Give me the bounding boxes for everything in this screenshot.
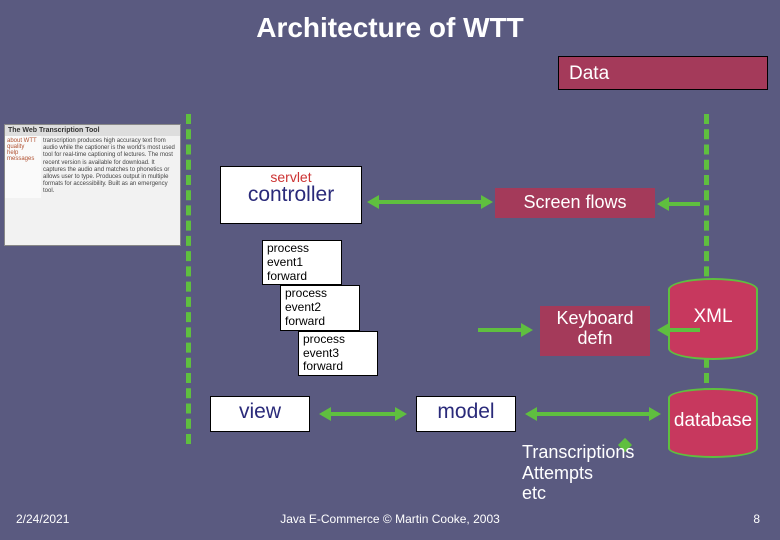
thumb-sidebar: about WTT quality help messages [5,136,41,198]
view-box: view [210,396,310,432]
xml-label: XML [668,306,758,328]
event1-process: process [267,242,337,256]
controller-box: servlet controller [220,166,362,224]
event-box-3: process event3 forward [298,331,378,376]
arrow-controller-screenflows [370,200,490,204]
event-box-1: process event1 forward [262,240,342,285]
data-label-box: Data [558,56,768,90]
browser-thumbnail: The Web Transcription Tool about WTT qua… [4,124,181,246]
tier-divider-left [186,114,191,444]
event2-name: event2 [285,301,355,315]
footer-copyright: Java E-Commerce © Martin Cooke, 2003 [0,512,780,526]
database-cylinder: database [668,388,758,458]
event3-name: event3 [303,347,373,361]
slide-title: Architecture of WTT [0,12,780,44]
model-box: model [416,396,516,432]
thumb-main: transcription produces high accuracy tex… [41,136,180,198]
thumb-header: The Web Transcription Tool [5,125,180,136]
event2-forward: forward [285,315,355,329]
arrow-keyboard-xml [660,328,700,332]
keyboard-defn-box: Keyboard defn [540,306,650,356]
event1-name: event1 [267,256,337,270]
arrow-view-model [322,412,404,416]
arrow-model-database [528,412,658,416]
screen-flows-box: Screen flows [495,188,655,218]
event-box-2: process event2 forward [280,285,360,330]
event3-process: process [303,333,373,347]
database-label: database [668,410,758,432]
event2-process: process [285,287,355,301]
arrow-screenflows-xml [660,202,700,206]
slide-number: 8 [753,512,760,526]
event-chain: process event1 forward process event2 fo… [262,240,378,376]
arrow-events-keyboard [478,328,530,332]
transcriptions-text: Transcriptions Attempts etc [522,442,634,504]
controller-label: controller [221,183,361,207]
xml-cylinder: XML [668,278,758,360]
event3-forward: forward [303,360,373,374]
event1-forward: forward [267,270,337,284]
